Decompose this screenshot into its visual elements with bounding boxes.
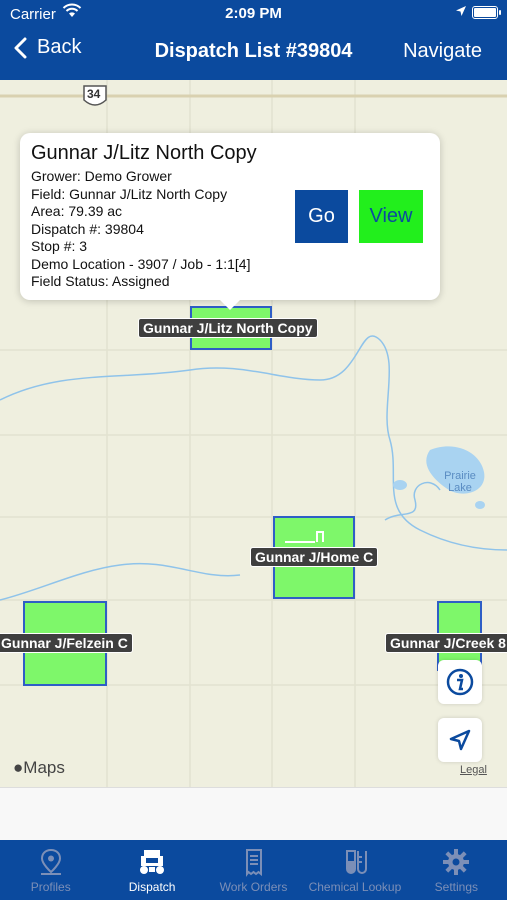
navigate-button[interactable]: Navigate: [403, 40, 482, 63]
document-icon: [245, 849, 262, 877]
tab-label: Settings: [434, 880, 478, 894]
app-header: Carrier 2:09 PM Back Dispatch List #3980…: [0, 0, 507, 80]
info-icon: [446, 668, 474, 696]
maps-attribution: ●Maps: [13, 758, 65, 778]
tab-bar: Profiles Dispatch Work Orders Chemical L…: [0, 840, 507, 900]
field-label[interactable]: Gunnar J/Litz North Copy: [138, 318, 318, 338]
info-button[interactable]: [438, 660, 482, 704]
tab-settings[interactable]: Settings: [406, 840, 507, 900]
callout-details: Grower: Demo Grower Field: Gunnar J/Litz…: [31, 168, 250, 291]
status-bar: Carrier 2:09 PM: [0, 0, 507, 28]
bottom-spacer: [0, 787, 507, 841]
field-label[interactable]: Gunnar J/Home C: [250, 547, 379, 567]
lake-label: Prairie Lake: [444, 470, 476, 494]
callout-title: Gunnar J/Litz North Copy: [31, 142, 257, 164]
location-arrow-icon: [456, 6, 466, 16]
maps-attribution-text: Maps: [23, 758, 65, 777]
field-label[interactable]: Gunnar J/Creek 8: [385, 633, 507, 653]
dispatch-line: Dispatch #: 39804: [31, 220, 144, 237]
grower-line: Grower: Demo Grower: [31, 168, 172, 184]
tab-work-orders[interactable]: Work Orders: [203, 840, 304, 900]
tab-label: Dispatch: [128, 880, 176, 894]
tab-label: Work Orders: [219, 880, 288, 894]
location-arrow-icon: [449, 729, 471, 751]
farmstead-marker: [285, 531, 324, 543]
map-pin-icon: [40, 848, 61, 875]
go-button[interactable]: Go: [295, 190, 348, 243]
locate-me-button[interactable]: [438, 718, 482, 762]
flask-icon: [345, 850, 367, 874]
field-line: Field: Gunnar J/Litz North Copy: [31, 185, 228, 202]
field-callout: Gunnar J/Litz North Copy Grower: Demo Gr…: [20, 133, 440, 310]
field-label[interactable]: Gunnar J/Felzein C: [0, 633, 133, 653]
tab-profiles[interactable]: Profiles: [0, 840, 101, 900]
location-line: Demo Location - 3907 / Job - 1:1[4]: [31, 255, 251, 272]
navigation-bar: Back Dispatch List #39804 Navigate: [0, 34, 507, 72]
apple-logo-icon: ●: [13, 758, 24, 777]
tab-chemical-lookup[interactable]: Chemical Lookup: [304, 840, 405, 900]
tractor-icon: [140, 850, 165, 874]
battery-icon: [472, 6, 501, 19]
stop-line: Stop #: 3: [31, 238, 88, 254]
tab-dispatch[interactable]: Dispatch: [101, 840, 202, 900]
legal-link[interactable]: Legal: [460, 764, 487, 776]
tab-label: Profiles: [30, 880, 71, 894]
area-line: Area: 79.39 ac: [31, 203, 123, 219]
tab-label: Chemical Lookup: [308, 880, 402, 894]
highway-shield-label: 34: [87, 87, 101, 101]
gear-icon: [443, 849, 470, 875]
field-status-line: Field Status: Assigned: [31, 273, 170, 289]
status-time: 2:09 PM: [225, 5, 282, 22]
view-button[interactable]: View: [359, 190, 423, 243]
